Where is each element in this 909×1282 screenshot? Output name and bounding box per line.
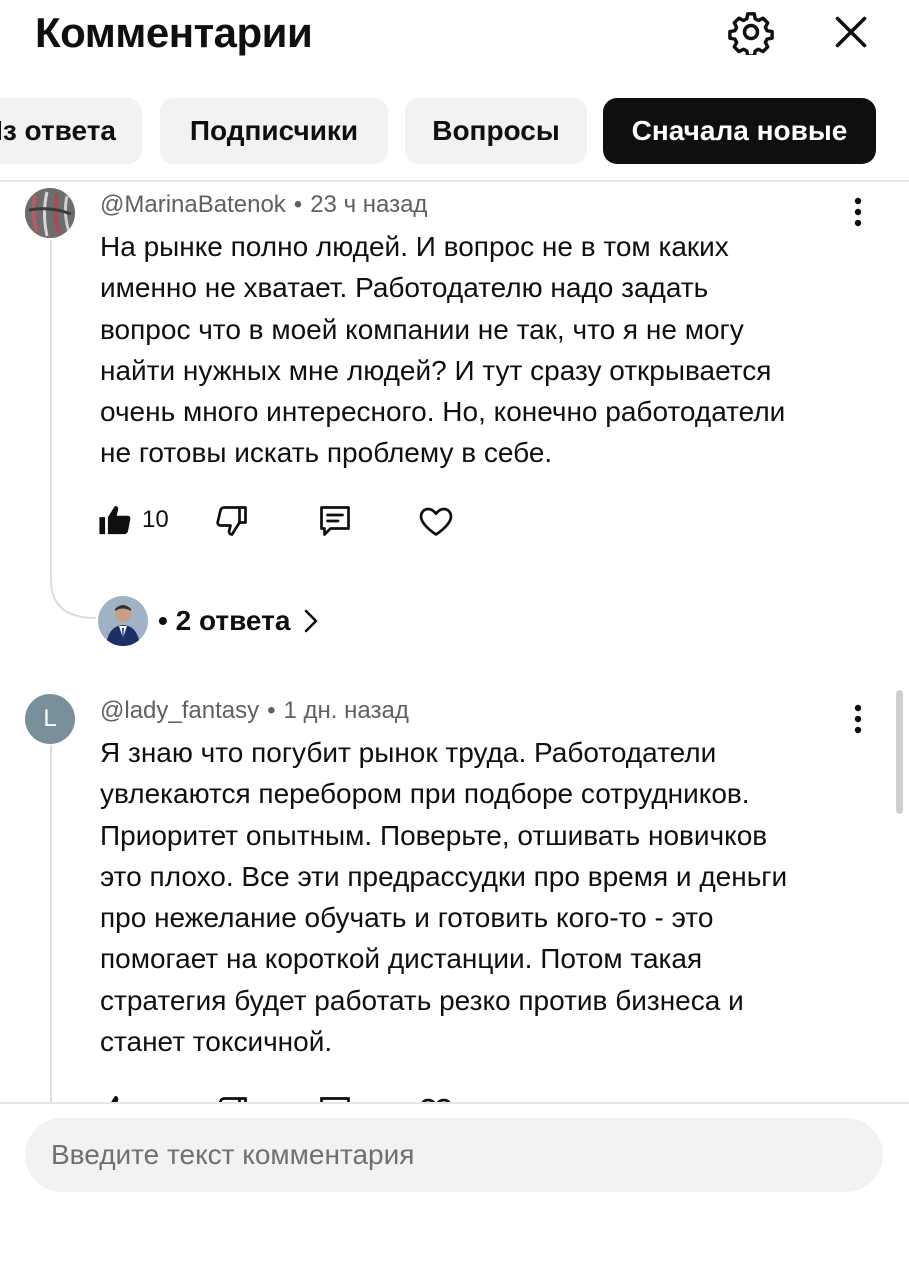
avatar-letter: L bbox=[43, 705, 57, 732]
action-row-clipped bbox=[98, 1092, 478, 1102]
chip-label: Вопросы bbox=[432, 115, 560, 146]
thumbs-up-icon bbox=[111, 1095, 119, 1102]
settings-button[interactable] bbox=[726, 7, 776, 57]
divider bbox=[0, 180, 909, 182]
page-title: Комментарии bbox=[35, 9, 313, 56]
like-count: 10 bbox=[142, 506, 169, 533]
comment-time[interactable]: 1 дн. назад bbox=[284, 697, 409, 724]
heart-icon bbox=[421, 1098, 451, 1102]
thumbs-up-icon bbox=[99, 505, 131, 535]
header: Комментарии bbox=[0, 0, 909, 80]
reply-button[interactable] bbox=[316, 503, 354, 539]
thumbs-down-icon bbox=[216, 506, 247, 536]
chip-label: Сначала новые bbox=[631, 115, 848, 146]
comment-time[interactable]: 23 ч назад bbox=[310, 191, 427, 218]
thread-line bbox=[50, 240, 52, 585]
filter-chips: Из ответа Подписчики Вопросы Сначала нов… bbox=[0, 98, 909, 164]
separator-dot: • bbox=[293, 191, 303, 218]
heart-icon bbox=[419, 507, 453, 536]
chip-label: Подписчики bbox=[189, 115, 359, 146]
scrollbar[interactable] bbox=[896, 690, 903, 814]
avatar[interactable] bbox=[25, 188, 75, 238]
close-icon bbox=[835, 16, 867, 48]
like-button[interactable]: 10 bbox=[98, 502, 169, 538]
thread-line bbox=[50, 745, 52, 1105]
comment-text: Я знаю что погубит рынок труда. Работода… bbox=[100, 737, 788, 1058]
view-replies-button[interactable]: • 2 ответа bbox=[98, 595, 318, 647]
thumbs-down-icon bbox=[218, 1097, 247, 1102]
chip-newest-first[interactable]: Сначала новые bbox=[603, 98, 876, 164]
gear-icon bbox=[728, 12, 774, 55]
comment-meta: @MarinaBatenok • 23 ч назад bbox=[100, 190, 427, 220]
comment-icon bbox=[320, 506, 350, 536]
comment-author[interactable]: @MarinaBatenok bbox=[100, 191, 286, 218]
reply-avatar bbox=[98, 596, 148, 646]
comment-icon bbox=[320, 1097, 350, 1102]
comment-author[interactable]: @lady_fantasy bbox=[100, 697, 259, 724]
more-vertical-icon bbox=[854, 704, 862, 734]
comment-composer bbox=[0, 1102, 909, 1282]
chip-from-reply[interactable]: Из ответа bbox=[0, 98, 142, 164]
separator-dot: • bbox=[267, 697, 276, 724]
close-button[interactable] bbox=[826, 7, 876, 57]
more-vertical-icon bbox=[854, 197, 862, 227]
thread-connector bbox=[50, 580, 97, 619]
comment-input[interactable] bbox=[25, 1118, 883, 1192]
chevron-right-icon bbox=[305, 609, 318, 633]
avatar[interactable]: L bbox=[25, 694, 75, 744]
replies-count: • 2 ответа bbox=[158, 605, 291, 636]
heart-button[interactable] bbox=[417, 503, 455, 539]
comment-text: На рынке полно людей. И вопрос не в том … bbox=[100, 231, 786, 469]
chip-subscribers[interactable]: Подписчики bbox=[160, 98, 388, 164]
dislike-button[interactable] bbox=[214, 503, 250, 539]
chip-label: Из ответа bbox=[0, 115, 116, 146]
chip-questions[interactable]: Вопросы bbox=[405, 98, 587, 164]
comment-meta: @lady_fantasy • 1 дн. назад bbox=[100, 696, 409, 726]
